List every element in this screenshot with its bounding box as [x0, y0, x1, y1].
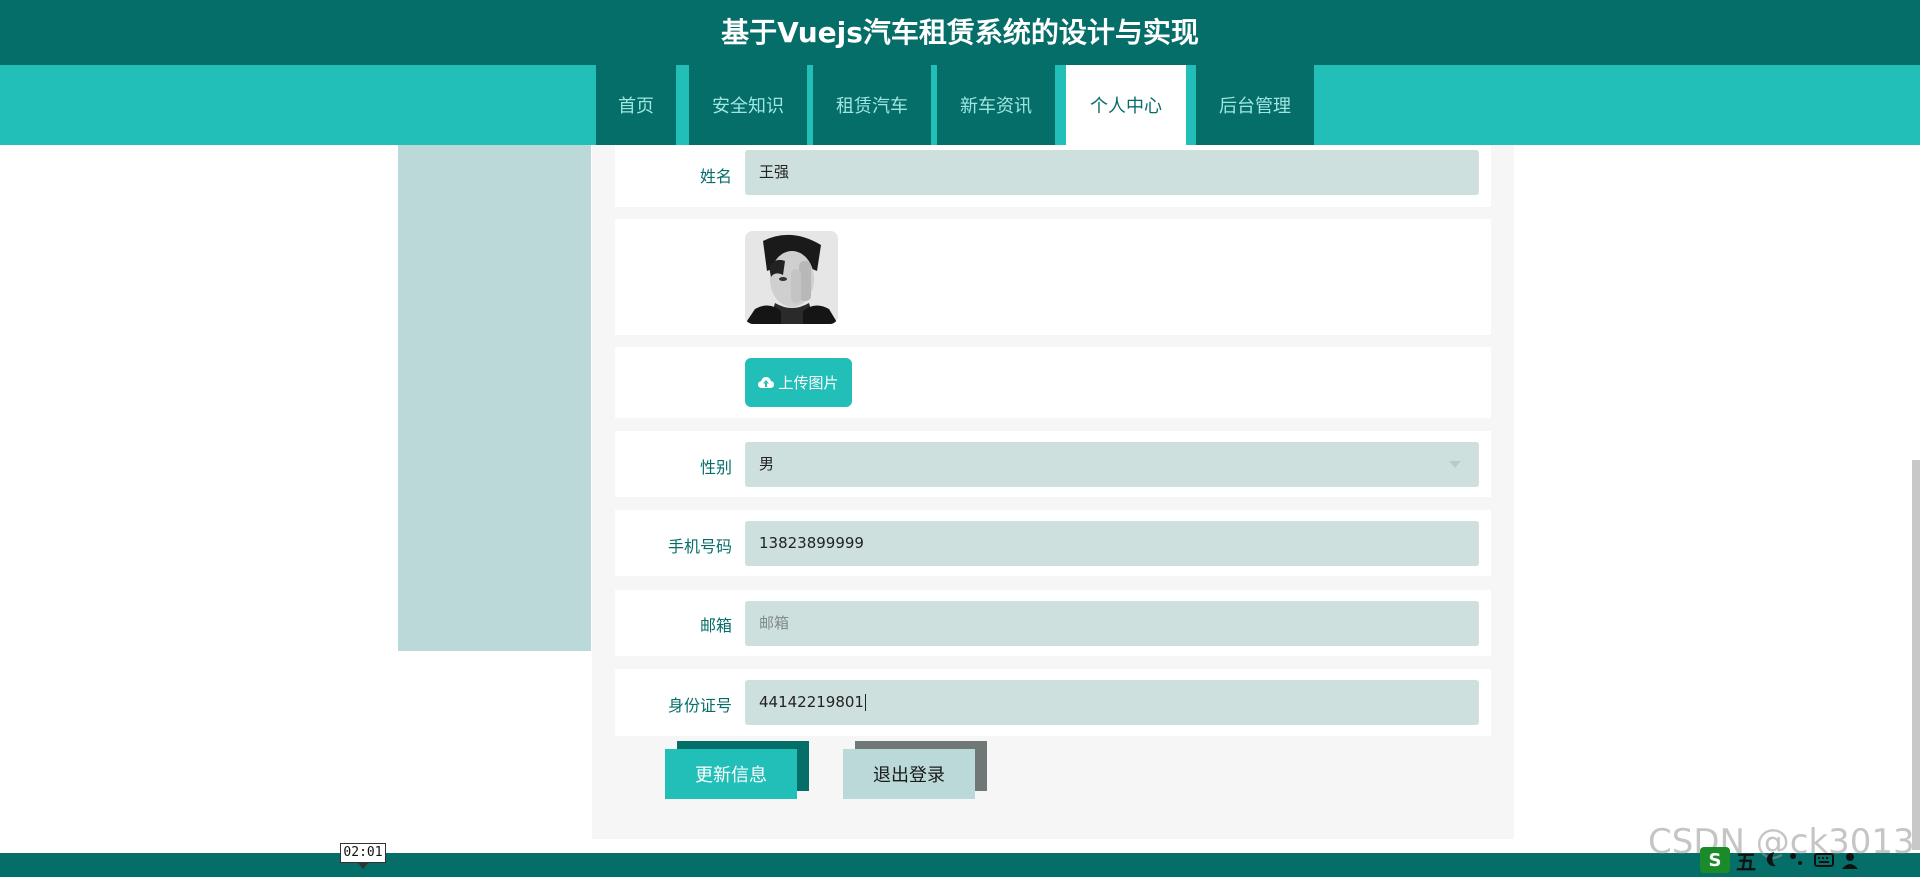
nav-tab-admin[interactable]: 后台管理: [1196, 65, 1314, 145]
portrait-photo-icon: [745, 231, 838, 324]
nav-tab-safety-knowledge[interactable]: 安全知识: [689, 65, 807, 145]
keyboard-icon[interactable]: [1814, 851, 1834, 869]
sidebar-panel: [398, 145, 591, 651]
chevron-down-icon: [1449, 461, 1461, 468]
footer-bar: [0, 853, 1920, 877]
update-button-wrap: 更新信息: [665, 741, 810, 799]
email-label: 邮箱: [699, 616, 732, 635]
ime-logo-icon[interactable]: S: [1700, 847, 1730, 873]
idcard-label: 身份证号: [667, 696, 732, 715]
nav-tab-home[interactable]: 首页: [596, 65, 676, 145]
system-tray: S 五: [1700, 845, 1860, 875]
ime-mode-label[interactable]: 五: [1736, 846, 1756, 875]
phone-input[interactable]: 13823899999: [745, 521, 1479, 566]
nav-tab-new-car-news[interactable]: 新车资讯: [937, 65, 1055, 145]
video-time-badge: 02:01: [340, 843, 386, 869]
main-nav: 首页 安全知识 租赁汽车 新车资讯 个人中心 后台管理: [0, 65, 1920, 145]
gender-label: 性别: [699, 458, 732, 477]
phone-label: 手机号码: [667, 537, 732, 556]
idcard-value: 44142219801: [759, 693, 864, 711]
text-caret: [864, 694, 866, 711]
nav-tab-rent-car[interactable]: 租赁汽车: [813, 65, 931, 145]
logout-button[interactable]: 退出登录: [843, 749, 975, 799]
gender-select[interactable]: 男: [745, 442, 1479, 487]
name-input[interactable]: 王强: [745, 150, 1479, 195]
idcard-input[interactable]: 44142219801: [745, 680, 1479, 725]
cloud-upload-icon: [758, 376, 775, 388]
header-bar: 基于Vuejs汽车租赁系统的设计与实现: [0, 0, 1920, 65]
site-title: 基于Vuejs汽车租赁系统的设计与实现: [721, 15, 1199, 49]
moon-icon[interactable]: [1762, 851, 1782, 869]
page-scrollbar[interactable]: [1912, 460, 1920, 850]
upload-button-label: 上传图片: [778, 374, 839, 392]
update-info-button[interactable]: 更新信息: [665, 749, 797, 799]
name-label: 姓名: [699, 167, 732, 186]
user-icon[interactable]: [1840, 851, 1860, 869]
upload-image-button[interactable]: 上传图片: [745, 358, 852, 407]
punctuation-icon[interactable]: [1788, 851, 1808, 869]
gender-selected-value: 男: [759, 455, 775, 473]
avatar-image: [745, 231, 838, 324]
email-input[interactable]: 邮箱: [745, 601, 1479, 646]
nav-tab-personal-center[interactable]: 个人中心: [1066, 65, 1186, 145]
logout-button-wrap: 退出登录: [843, 741, 988, 799]
